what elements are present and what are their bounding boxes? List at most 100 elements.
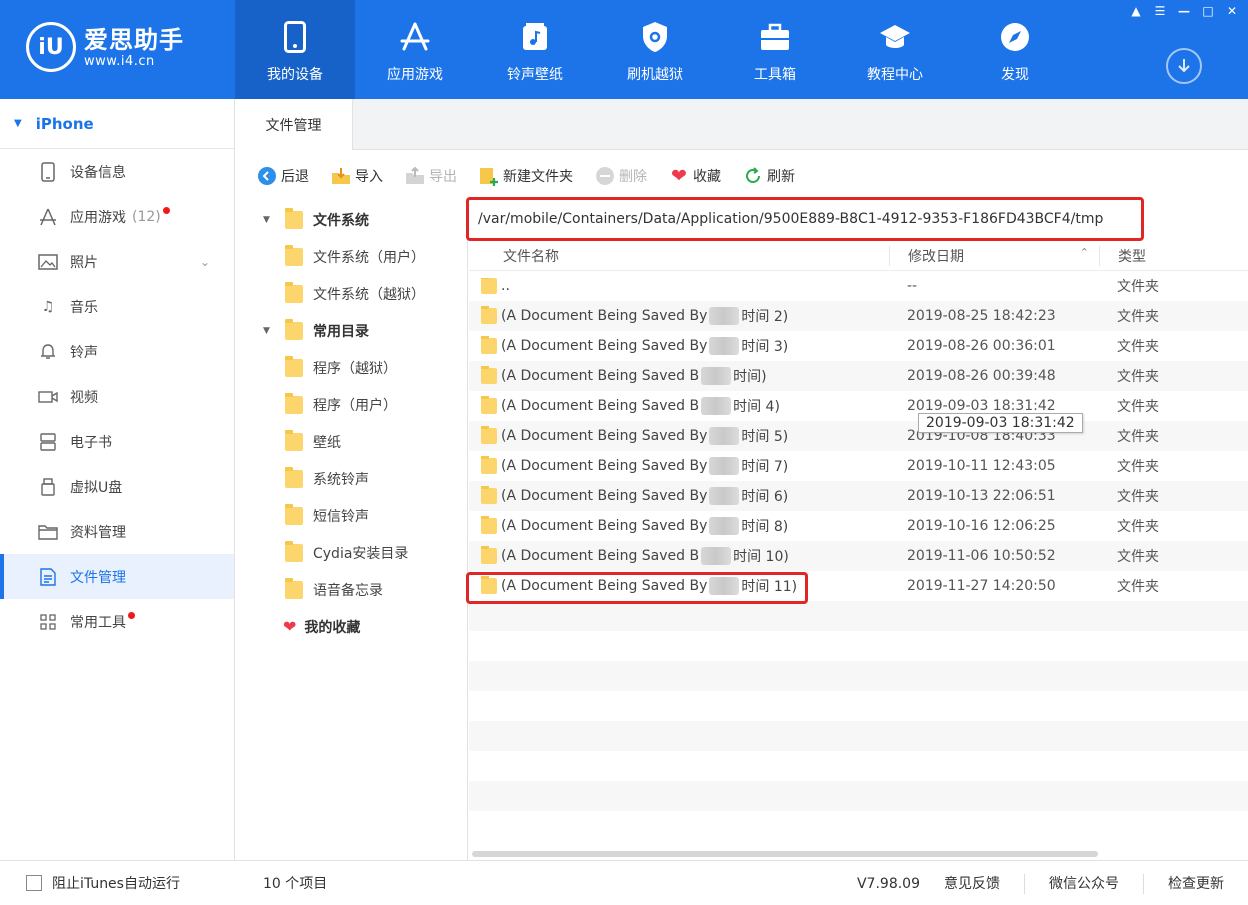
table-row[interactable]: (A Document Being Saved By 时间 5) 2019-10-0…: [469, 421, 1248, 451]
modified-date-cell: 2019-10-13 22:06:51: [907, 488, 1056, 504]
tree-node-common-item[interactable]: 壁纸: [235, 423, 467, 460]
sidebar-item-common-tools[interactable]: 常用工具: [0, 599, 234, 644]
new-folder-icon: [479, 166, 499, 186]
file-name-cell: (A Document Being Saved By 时间 6): [469, 486, 889, 506]
modified-date-cell: 2019-08-25 18:42:23: [907, 308, 1056, 324]
tree-node-common[interactable]: ▼ 常用目录: [235, 312, 467, 349]
delete-button[interactable]: 删除: [595, 166, 647, 186]
caret-down-icon[interactable]: ▼: [263, 326, 277, 336]
export-button[interactable]: 导出: [405, 166, 457, 186]
tree-node-common-item[interactable]: 短信铃声: [235, 497, 467, 534]
type-cell: 文件夹: [1117, 369, 1159, 385]
nav-ringtones[interactable]: 铃声壁纸: [475, 0, 595, 99]
table-row[interactable]: (A Document Being Saved By 时间 7) 2019-10-1…: [469, 451, 1248, 481]
sidebar-item-ringtones[interactable]: 铃声: [0, 329, 234, 374]
file-name-cell: (A Document Being Saved By 时间 3): [469, 336, 889, 356]
menu-icon[interactable]: ☰: [1150, 2, 1170, 20]
favorite-button[interactable]: ❤ 收藏: [669, 165, 721, 187]
tree-node-fs-user[interactable]: 文件系统（用户）: [235, 238, 467, 275]
shield-icon: [638, 20, 672, 54]
minimize-icon[interactable]: —: [1174, 2, 1194, 20]
nav-my-device[interactable]: 我的设备: [235, 0, 355, 99]
sidebar-item-file-manager[interactable]: 文件管理: [0, 554, 234, 599]
tree-node-favorites[interactable]: ❤ 我的收藏: [235, 608, 467, 645]
sidebar-item-video[interactable]: 视频: [0, 374, 234, 419]
file-name-suffix: 时间): [733, 369, 767, 385]
back-arrow-icon: [257, 166, 277, 186]
device-name: iPhone: [35, 114, 94, 133]
nav-discover[interactable]: 发现: [955, 0, 1075, 99]
skin-icon[interactable]: ▲: [1126, 2, 1146, 20]
sidebar-item-ebooks[interactable]: 电子书: [0, 419, 234, 464]
folder-icon: [285, 429, 303, 451]
redacted-blur: [709, 577, 740, 595]
chevron-down-icon[interactable]: ⌄: [200, 255, 210, 269]
table-row[interactable]: .. -- 文件夹: [469, 271, 1248, 301]
nav-tutorials[interactable]: 教程中心: [835, 0, 955, 99]
table-row[interactable]: (A Document Being Saved By 时间 6) 2019-10-1…: [469, 481, 1248, 511]
table-row[interactable]: (A Document Being Saved By 时间 2) 2019-08-2…: [469, 301, 1248, 331]
tree-node-filesystem[interactable]: ▼ 文件系统: [235, 201, 467, 238]
tree-node-common-item[interactable]: 程序（用户）: [235, 386, 467, 423]
import-button[interactable]: 导入: [331, 166, 383, 186]
tree-node-common-item[interactable]: 程序（越狱）: [235, 349, 467, 386]
table-row[interactable]: (A Document Being Saved B 时间) 2019-08-26 0…: [469, 361, 1248, 391]
device-selector[interactable]: ▼ iPhone: [0, 99, 234, 149]
item-count: 10 个项目: [263, 876, 328, 892]
itunes-checkbox[interactable]: [26, 875, 42, 891]
photo-icon: [38, 252, 58, 272]
heart-icon: ❤: [671, 165, 687, 187]
sidebar-item-apps[interactable]: 应用游戏 (12): [0, 194, 234, 239]
tree-node-common-item[interactable]: Cydia安装目录: [235, 534, 467, 571]
wechat-link[interactable]: 微信公众号: [1024, 873, 1143, 894]
nav-toolbox[interactable]: 工具箱: [715, 0, 835, 99]
folder-icon: [285, 466, 303, 488]
folder-icon: [481, 306, 497, 324]
modified-date-cell: --: [907, 278, 918, 294]
sidebar-item-usb-drive[interactable]: 虚拟U盘: [0, 464, 234, 509]
type-cell: 文件夹: [1117, 339, 1159, 355]
back-button[interactable]: 后退: [257, 166, 309, 186]
empty-row: [469, 691, 1248, 721]
file-toolbar: 后退 导入 导出 新建文件夹 删除 ❤ 收藏 刷新: [235, 151, 1248, 201]
caret-down-icon[interactable]: ▼: [263, 215, 277, 225]
horizontal-scrollbar[interactable]: [472, 851, 1098, 857]
nav-flash-jailbreak[interactable]: 刷机越狱: [595, 0, 715, 99]
table-row[interactable]: (A Document Being Saved By 时间 11) 2019-11-…: [469, 571, 1248, 601]
app-logo: iU 爱思助手 www.i4.cn: [26, 22, 184, 72]
tree-node-common-item[interactable]: 语音备忘录: [235, 571, 467, 608]
sidebar-item-device-info[interactable]: 设备信息: [0, 149, 234, 194]
download-icon[interactable]: [1166, 48, 1202, 84]
file-name-suffix: 时间 7): [741, 459, 789, 475]
file-name-suffix: 时间 10): [733, 549, 789, 565]
logo-name: 爱思助手: [84, 25, 184, 54]
tree-node-fs-jailbreak[interactable]: 文件系统（越狱）: [235, 275, 467, 312]
sidebar-item-music[interactable]: ♫ 音乐: [0, 284, 234, 329]
redacted-blur: [701, 367, 732, 385]
sidebar-item-photos[interactable]: 照片 ⌄: [0, 239, 234, 284]
folder-icon: [285, 503, 303, 525]
maximize-icon[interactable]: □: [1198, 2, 1218, 20]
folder-icon: [285, 281, 303, 303]
nav-apps[interactable]: 应用游戏: [355, 0, 475, 99]
sidebar-item-data-manager[interactable]: 资料管理: [0, 509, 234, 554]
column-header-date[interactable]: 修改日期 ⌃: [889, 245, 1099, 266]
new-folder-button[interactable]: 新建文件夹: [479, 166, 573, 186]
check-update-link[interactable]: 检查更新: [1143, 873, 1248, 894]
path-input[interactable]: /var/mobile/Containers/Data/Application/…: [466, 197, 1144, 241]
refresh-button[interactable]: 刷新: [743, 166, 795, 186]
tree-node-common-item[interactable]: 系统铃声: [235, 460, 467, 497]
close-icon[interactable]: ✕: [1222, 2, 1242, 20]
tab-file-manager[interactable]: 文件管理: [235, 99, 353, 150]
feedback-link[interactable]: 意见反馈: [944, 874, 1024, 894]
table-row[interactable]: (A Document Being Saved By 时间 3) 2019-08-2…: [469, 331, 1248, 361]
column-header-name[interactable]: 文件名称: [469, 246, 889, 266]
type-cell: 文件夹: [1117, 429, 1159, 445]
file-name: (A Document Being Saved B: [501, 548, 700, 564]
notification-dot: [128, 612, 135, 619]
column-header-type[interactable]: 类型: [1099, 245, 1248, 266]
table-row[interactable]: (A Document Being Saved B 时间 10) 2019-11-0…: [469, 541, 1248, 571]
table-row[interactable]: (A Document Being Saved B 时间 4) 2019-09-03…: [469, 391, 1248, 421]
table-row[interactable]: (A Document Being Saved By 时间 8) 2019-10-1…: [469, 511, 1248, 541]
type-cell: 文件夹: [1117, 399, 1159, 415]
